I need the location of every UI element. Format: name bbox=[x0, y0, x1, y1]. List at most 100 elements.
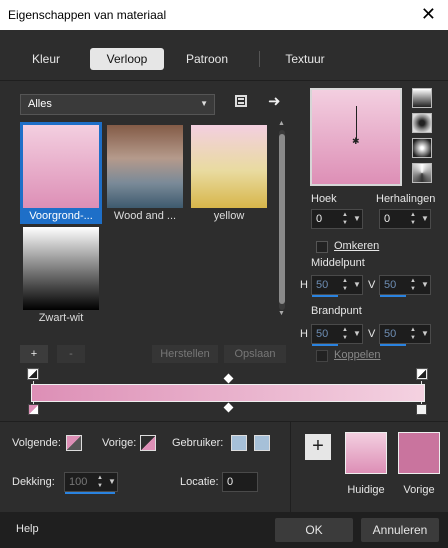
title-bar: Eigenschappen van materiaal ✕ bbox=[0, 0, 448, 30]
previous-color-label: Vorige bbox=[403, 484, 435, 496]
link-label[interactable]: Koppelen bbox=[334, 349, 381, 361]
scroll-up-icon[interactable]: ▲ bbox=[278, 120, 285, 127]
user-swatch-2[interactable] bbox=[254, 435, 270, 451]
invert-label[interactable]: Omkeren bbox=[334, 240, 379, 252]
vertical-divider bbox=[290, 421, 291, 512]
tab-verloop[interactable]: Verloop bbox=[90, 48, 164, 70]
rectangular-style-icon[interactable] bbox=[412, 113, 432, 133]
gradient-item-wood[interactable]: Wood and ... bbox=[104, 122, 186, 224]
radial-style-icon[interactable] bbox=[412, 138, 432, 158]
gradient-swatch bbox=[23, 227, 99, 310]
book-icon[interactable] bbox=[233, 93, 249, 109]
midpoint-diamond-top[interactable] bbox=[223, 373, 234, 384]
midpoint-v-level bbox=[380, 295, 406, 297]
scroll-thumb[interactable] bbox=[279, 134, 285, 304]
midpoint-h-level bbox=[312, 295, 338, 297]
gradient-item-yellow[interactable]: yellow bbox=[188, 122, 270, 224]
focus-v-input[interactable]: 50 ▲ ▼ ▼ bbox=[379, 324, 431, 346]
stepper-icon[interactable]: ▲ ▼ bbox=[340, 326, 350, 342]
help-link[interactable]: Help bbox=[16, 523, 39, 535]
opacity-input[interactable]: 100 ▲ ▼ ▼ bbox=[64, 472, 118, 494]
chevron-down-icon[interactable]: ▼ bbox=[353, 329, 361, 338]
end-opacity-stop[interactable] bbox=[416, 404, 427, 415]
remove-gradient-button[interactable]: - bbox=[57, 345, 85, 363]
gradient-label: Wood and ... bbox=[113, 210, 177, 222]
tab-divider bbox=[259, 51, 260, 67]
arrow-right-icon[interactable]: ➜ bbox=[268, 92, 281, 110]
linear-style-icon[interactable] bbox=[412, 88, 432, 108]
user-swatch-1[interactable] bbox=[231, 435, 247, 451]
gradient-label: Zwart-wit bbox=[38, 312, 84, 324]
stepper-icon[interactable]: ▲ ▼ bbox=[408, 277, 418, 293]
close-icon[interactable]: ✕ bbox=[421, 4, 436, 25]
gradient-swatch bbox=[107, 125, 183, 208]
end-color-marker[interactable] bbox=[416, 368, 428, 380]
add-gradient-button[interactable]: + bbox=[20, 345, 48, 363]
scroll-down-icon[interactable]: ▼ bbox=[278, 310, 285, 317]
midpoint-diamond-bottom[interactable] bbox=[223, 402, 234, 413]
angle-value: 0 bbox=[316, 213, 323, 225]
midpoint-h-input[interactable]: 50 ▲ ▼ ▼ bbox=[311, 275, 363, 297]
prev-label: Vorige: bbox=[102, 437, 137, 449]
invert-checkbox[interactable] bbox=[316, 241, 328, 253]
midpoint-v-value: 50 bbox=[384, 279, 397, 291]
focus-v-label: V bbox=[368, 328, 376, 340]
gradient-item-zwart-wit[interactable]: Zwart-wit bbox=[20, 224, 102, 326]
focus-h-input[interactable]: 50 ▲ ▼ ▼ bbox=[311, 324, 363, 346]
midpoint-label: Middelpunt bbox=[311, 257, 365, 269]
start-color-marker[interactable] bbox=[27, 368, 39, 380]
gradient-preview[interactable]: ✱ bbox=[310, 88, 402, 186]
location-label: Locatie: bbox=[180, 476, 219, 488]
center-marker-icon: ✱ bbox=[352, 136, 360, 146]
chevron-down-icon[interactable]: ▼ bbox=[353, 214, 361, 223]
next-swatch[interactable] bbox=[66, 435, 82, 451]
window-title: Eigenschappen van materiaal bbox=[8, 8, 167, 22]
opacity-level bbox=[65, 492, 115, 494]
midpoint-v-input[interactable]: 50 ▲ ▼ ▼ bbox=[379, 275, 431, 297]
stepper-icon[interactable]: ▲ ▼ bbox=[340, 211, 350, 227]
category-dropdown[interactable]: Alles ▼ bbox=[20, 94, 215, 115]
location-input[interactable]: 0 bbox=[222, 472, 258, 492]
gradient-swatch bbox=[191, 125, 267, 208]
reset-button[interactable]: Herstellen bbox=[152, 345, 218, 363]
tab-textuur[interactable]: Textuur bbox=[270, 48, 340, 70]
repeats-value: 0 bbox=[384, 213, 391, 225]
midpoint-h-label: H bbox=[300, 279, 308, 291]
angle-input[interactable]: 0 ▲ ▼ ▼ bbox=[311, 209, 363, 229]
divider bbox=[0, 80, 448, 81]
midpoint-h-value: 50 bbox=[316, 279, 329, 291]
chevron-down-icon[interactable]: ▼ bbox=[353, 280, 361, 289]
gradient-bar[interactable] bbox=[31, 384, 425, 402]
stepper-icon[interactable]: ▲ ▼ bbox=[95, 474, 105, 490]
stepper-icon[interactable]: ▲ ▼ bbox=[408, 326, 418, 342]
cancel-button[interactable]: Annuleren bbox=[361, 518, 439, 542]
gradient-label: Voorgrond-... bbox=[29, 210, 93, 222]
chevron-down-icon[interactable]: ▼ bbox=[421, 329, 429, 338]
previous-color-swatch[interactable] bbox=[398, 432, 440, 474]
next-label: Volgende: bbox=[12, 437, 61, 449]
angle-label: Hoek bbox=[311, 193, 337, 205]
focus-h-label: H bbox=[300, 328, 308, 340]
chevron-down-icon[interactable]: ▼ bbox=[108, 477, 116, 486]
ok-button[interactable]: OK bbox=[275, 518, 353, 542]
location-value: 0 bbox=[227, 476, 234, 488]
divider bbox=[0, 421, 448, 422]
chevron-down-icon[interactable]: ▼ bbox=[421, 280, 429, 289]
tab-patroon[interactable]: Patroon bbox=[172, 48, 242, 70]
current-color-swatch[interactable] bbox=[345, 432, 387, 474]
sunburst-style-icon[interactable] bbox=[412, 163, 432, 183]
chevron-down-icon[interactable]: ▼ bbox=[421, 214, 429, 223]
repeats-input[interactable]: 0 ▲ ▼ ▼ bbox=[379, 209, 431, 229]
tab-kleur[interactable]: Kleur bbox=[17, 48, 75, 70]
prev-swatch[interactable] bbox=[140, 435, 156, 451]
gallery-scrollbar[interactable]: ▲ ▼ bbox=[278, 120, 286, 320]
stepper-icon[interactable]: ▲ ▼ bbox=[340, 277, 350, 293]
focus-v-level bbox=[380, 344, 406, 346]
start-opacity-stop[interactable] bbox=[28, 404, 39, 415]
gradient-swatch bbox=[23, 125, 99, 208]
gradient-item-voorgrond[interactable]: Voorgrond-... bbox=[20, 122, 102, 224]
save-gradient-button[interactable]: Opslaan bbox=[224, 345, 286, 363]
add-color-button[interactable]: + bbox=[305, 434, 331, 460]
link-checkbox[interactable] bbox=[316, 350, 328, 362]
stepper-icon[interactable]: ▲ ▼ bbox=[408, 211, 418, 227]
